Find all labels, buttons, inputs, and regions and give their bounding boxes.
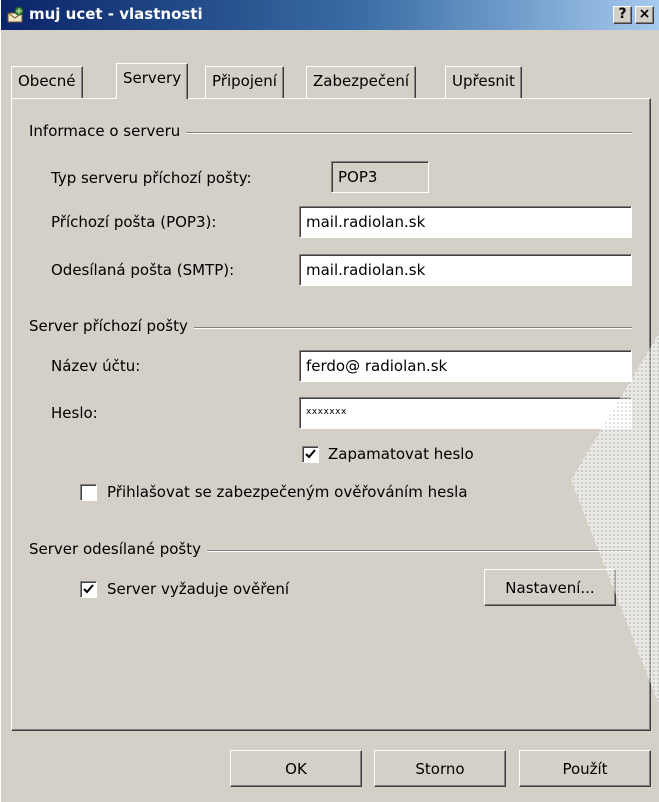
- remember-password-label[interactable]: Zapamatovat heslo: [328, 445, 474, 463]
- checkmark-icon: [305, 449, 316, 459]
- password-input[interactable]: xxxxxxx: [299, 397, 632, 429]
- ok-button[interactable]: OK: [230, 750, 362, 787]
- tab-strip: Obecné Servery Připojení Zabezpečení Upř…: [1, 36, 659, 104]
- account-name-input[interactable]: ferdo@ radiolan.sk: [299, 350, 632, 382]
- incoming-server-input[interactable]: mail.radiolan.sk: [299, 206, 632, 238]
- outgoing-server-input[interactable]: mail.radiolan.sk: [299, 254, 632, 286]
- cancel-button[interactable]: Storno: [374, 750, 506, 787]
- settings-button[interactable]: Nastavení...: [484, 569, 616, 606]
- checkmark-icon: [83, 584, 94, 594]
- password-label: Heslo:: [51, 404, 98, 422]
- outgoing-server-label: Odesílaná pošta (SMTP):: [51, 261, 235, 279]
- server-requires-auth-label[interactable]: Server vyžaduje ověření: [107, 580, 289, 598]
- title-bar[interactable]: muj ucet - vlastnosti ? ×: [1, 0, 659, 30]
- secure-auth-label[interactable]: Přihlašovat se zabezpečeným ověřováním h…: [107, 483, 468, 501]
- group-title-server-info: Informace o serveru: [29, 122, 187, 140]
- tab-connection[interactable]: Připojení: [205, 66, 284, 98]
- incoming-type-field: POP3: [331, 161, 429, 193]
- properties-dialog: muj ucet - vlastnosti ? × Obecné Servery…: [0, 0, 659, 802]
- close-button[interactable]: ×: [635, 6, 654, 24]
- servers-panel: Informace o serveru Typ serveru příchozí…: [11, 98, 651, 731]
- group-title-outgoing: Server odesílané pošty: [29, 540, 208, 558]
- tab-advanced[interactable]: Upřesnit: [445, 66, 522, 98]
- apply-button[interactable]: Použít: [519, 750, 651, 787]
- window-title: muj ucet - vlastnosti: [29, 5, 203, 23]
- tab-servers[interactable]: Servery: [116, 63, 189, 99]
- server-requires-auth-checkbox[interactable]: [80, 581, 97, 598]
- mail-account-icon: [7, 6, 24, 23]
- group-title-incoming: Server příchozí pošty: [29, 317, 194, 335]
- tab-general[interactable]: Obecné: [11, 66, 83, 98]
- account-name-label: Název účtu:: [51, 357, 141, 375]
- secure-auth-checkbox[interactable]: [80, 484, 97, 501]
- help-button[interactable]: ?: [613, 6, 632, 24]
- remember-password-checkbox[interactable]: [302, 446, 319, 463]
- incoming-type-label: Typ serveru příchozí pošty:: [51, 169, 252, 187]
- incoming-server-label: Příchozí pošta (POP3):: [51, 213, 217, 231]
- tab-security[interactable]: Zabezpečení: [306, 66, 416, 98]
